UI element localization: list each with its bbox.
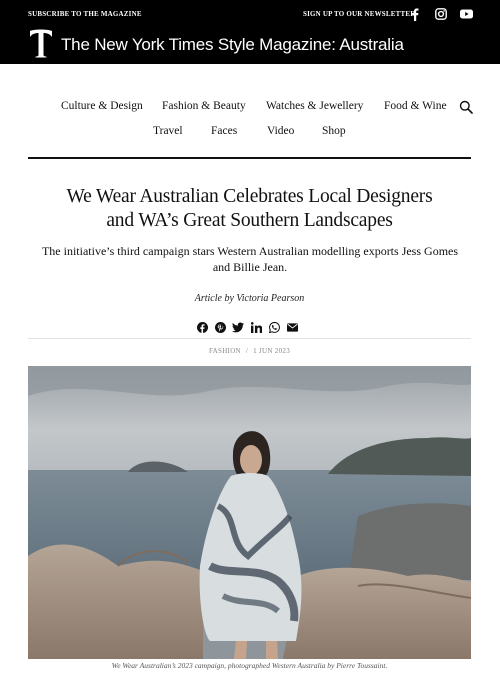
site-title[interactable]: The New York Times Style Magazine: Austr… <box>61 35 404 55</box>
meta-divider <box>28 338 471 339</box>
site-header: SUBSCRIBE TO THE MAGAZINE SIGN UP TO OUR… <box>0 0 500 64</box>
article-standfirst: The initiative’s third campaign stars We… <box>41 244 459 274</box>
newsletter-link[interactable]: SIGN UP TO OUR NEWSLETTER <box>303 10 416 18</box>
t-magazine-logo[interactable] <box>28 28 54 58</box>
twitter-icon[interactable] <box>232 321 244 333</box>
headline-line-2: and WA’s Great Southern Landscapes <box>106 210 393 231</box>
nav-item-fashion-beauty[interactable]: Fashion & Beauty <box>162 100 246 112</box>
nav-item-shop[interactable]: Shop <box>322 125 346 137</box>
nav-item-culture-design[interactable]: Culture & Design <box>61 100 143 112</box>
author-link[interactable]: Victoria Pearson <box>236 293 304 304</box>
nav-divider <box>28 157 471 159</box>
article-byline: Article by Victoria Pearson <box>28 293 471 304</box>
facebook-icon[interactable] <box>408 7 422 21</box>
nav-item-watches-jewellery[interactable]: Watches & Jewellery <box>266 100 363 112</box>
article-meta: FASHION / 1 JUN 2023 <box>28 347 471 355</box>
nav-item-faces[interactable]: Faces <box>211 125 237 137</box>
nav-item-travel[interactable]: Travel <box>153 125 183 137</box>
byline-prefix: Article by <box>194 293 234 304</box>
search-icon[interactable] <box>459 100 473 114</box>
category-link[interactable]: FASHION <box>209 347 241 355</box>
nav-item-video[interactable]: Video <box>267 125 294 137</box>
share-bar <box>196 320 298 334</box>
article-headline: We Wear Australian Celebrates Local Desi… <box>28 185 471 233</box>
pinterest-icon[interactable] <box>214 321 226 333</box>
linkedin-icon[interactable] <box>250 321 262 333</box>
subscribe-link[interactable]: SUBSCRIBE TO THE MAGAZINE <box>28 10 142 18</box>
headline-line-1: We Wear Australian Celebrates Local Desi… <box>66 186 433 207</box>
publish-date: 1 JUN 2023 <box>253 347 290 355</box>
instagram-icon[interactable] <box>434 7 448 21</box>
email-icon[interactable] <box>286 321 298 333</box>
youtube-icon[interactable] <box>459 7 473 21</box>
hero-photo <box>28 366 471 659</box>
whatsapp-icon[interactable] <box>268 321 280 333</box>
meta-separator: / <box>245 347 249 355</box>
facebook-icon[interactable] <box>196 321 208 333</box>
photo-caption: We Wear Australian’s 2023 campaign, phot… <box>111 661 388 670</box>
nav-item-food-wine[interactable]: Food & Wine <box>384 100 447 112</box>
